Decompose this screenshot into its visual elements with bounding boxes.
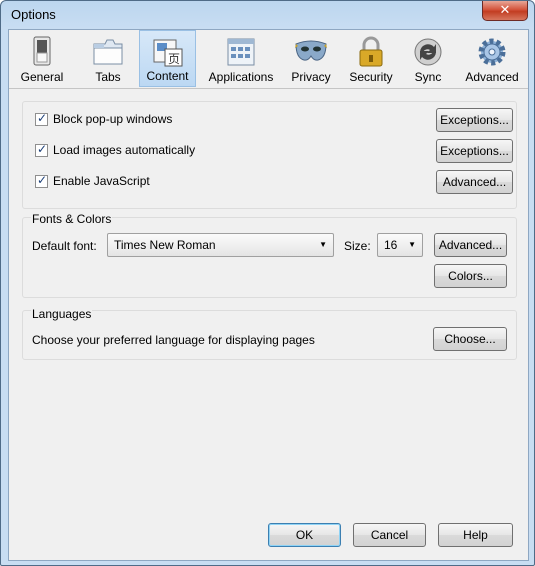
languages-group: Languages Choose your preferred language…: [22, 307, 517, 360]
font-size-value: 16: [384, 238, 398, 252]
gear-icon: [478, 38, 506, 66]
tab-label: Advanced: [465, 70, 519, 84]
enable-javascript-label: Enable JavaScript: [53, 174, 150, 188]
tab-label: Applications: [208, 70, 274, 84]
chevron-down-icon: ▼: [408, 240, 416, 249]
load-images-checkbox[interactable]: [35, 142, 48, 157]
sync-icon: [414, 38, 442, 66]
mask-icon: [295, 40, 327, 61]
colors-button[interactable]: Colors...: [434, 264, 507, 288]
tab-label: Content: [146, 69, 189, 83]
size-label: Size:: [344, 239, 371, 253]
block-popups-label: Block pop-up windows: [53, 112, 173, 126]
javascript-advanced-button[interactable]: Advanced...: [436, 170, 513, 194]
tab-tabs[interactable]: Tabs: [77, 30, 139, 87]
window-title: Options: [11, 7, 56, 22]
enable-javascript-checkbox[interactable]: [35, 173, 48, 188]
ok-button[interactable]: OK: [268, 523, 341, 547]
padlock-icon: [359, 36, 383, 67]
fonts-colors-heading: Fonts & Colors: [31, 212, 113, 226]
content-icon: 页: [153, 39, 182, 67]
tab-label: Privacy: [291, 70, 331, 84]
svg-text:页: 页: [168, 52, 180, 66]
choose-language-button[interactable]: Choose...: [433, 327, 507, 351]
options-window: Options ✕ General Tabs 页 Content Applica…: [0, 0, 535, 566]
image-exceptions-button[interactable]: Exceptions...: [436, 139, 513, 163]
tab-advanced[interactable]: Advanced: [459, 30, 525, 87]
languages-description: Choose your preferred language for displ…: [32, 333, 315, 347]
chevron-down-icon: ▼: [319, 240, 327, 249]
default-font-label: Default font:: [32, 239, 97, 253]
tab-security[interactable]: Security: [343, 30, 399, 87]
tab-label: Security: [349, 70, 393, 84]
title-bar: Options ✕: [1, 1, 534, 29]
tab-applications[interactable]: Applications: [203, 30, 279, 87]
block-popups-checkbox[interactable]: [35, 111, 48, 126]
tab-label: Sync: [414, 70, 442, 84]
default-font-select[interactable]: Times New Roman ▼: [107, 233, 334, 257]
popup-exceptions-button[interactable]: Exceptions...: [436, 108, 513, 132]
category-toolbar: General Tabs 页 Content Applications Priv…: [9, 30, 528, 89]
languages-heading: Languages: [31, 307, 93, 321]
help-button[interactable]: Help: [438, 523, 513, 547]
content-options-group: Block pop-up windows Exceptions... Load …: [22, 101, 517, 209]
fonts-advanced-button[interactable]: Advanced...: [434, 233, 507, 257]
font-size-select[interactable]: 16 ▼: [377, 233, 423, 257]
default-font-value: Times New Roman: [114, 238, 216, 252]
client-area: General Tabs 页 Content Applications Priv…: [8, 29, 529, 561]
fonts-colors-group: Fonts & Colors Default font: Times New R…: [22, 212, 517, 298]
switch-icon: [33, 36, 51, 66]
tab-privacy[interactable]: Privacy: [285, 30, 337, 87]
applications-icon: [227, 38, 255, 66]
tabs-icon: [93, 39, 123, 65]
tab-general[interactable]: General: [11, 30, 73, 87]
tab-label: General: [20, 70, 64, 84]
cancel-button[interactable]: Cancel: [353, 523, 426, 547]
tab-sync[interactable]: Sync: [403, 30, 453, 87]
tab-content[interactable]: 页 Content: [139, 30, 196, 87]
load-images-label: Load images automatically: [53, 143, 196, 157]
close-button[interactable]: ✕: [482, 1, 528, 21]
tab-label: Tabs: [95, 70, 121, 84]
